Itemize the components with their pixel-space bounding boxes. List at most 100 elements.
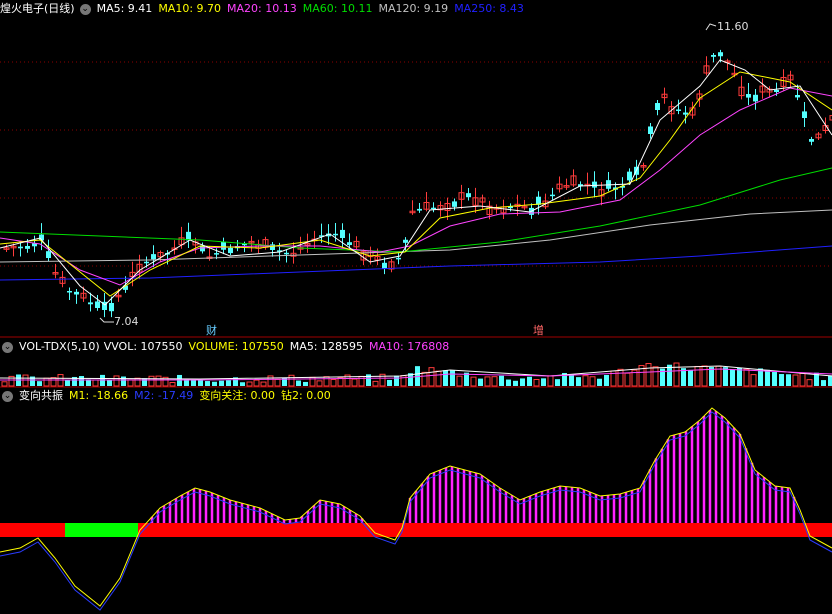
volume-bar xyxy=(43,377,50,387)
volume-bar xyxy=(127,379,134,387)
candle-body xyxy=(718,52,723,57)
volume-bar xyxy=(765,369,770,386)
volume-bar xyxy=(743,368,750,387)
band-red xyxy=(0,523,65,537)
candle-body xyxy=(144,261,149,264)
candle-body xyxy=(214,253,219,255)
volume-bar xyxy=(652,366,659,387)
volume-bar xyxy=(121,376,126,386)
volume-bar xyxy=(456,375,463,387)
volume-bar xyxy=(478,378,483,386)
volume-bar xyxy=(470,376,477,387)
volume-bar xyxy=(569,374,574,386)
candle-body xyxy=(550,194,555,197)
volume-bar xyxy=(226,380,231,386)
volume-chart-svg xyxy=(0,362,832,388)
volume-bar xyxy=(645,363,652,387)
volume-bar xyxy=(484,376,491,387)
volume-bar xyxy=(246,381,253,387)
volume-bar xyxy=(786,374,791,386)
volume-bar xyxy=(65,380,70,386)
volume-bar xyxy=(799,372,806,387)
volume-chart[interactable] xyxy=(0,338,832,388)
volume-bar xyxy=(828,375,832,386)
volume-bar xyxy=(198,380,203,386)
resonance-chart[interactable] xyxy=(0,388,832,614)
candle-body xyxy=(333,233,338,236)
candle-body xyxy=(431,207,436,210)
volume-bar xyxy=(296,380,301,386)
volume-bar xyxy=(303,381,308,386)
candle-body xyxy=(46,251,51,258)
candle-body xyxy=(151,254,156,260)
candle-body xyxy=(18,246,23,249)
volume-bar xyxy=(351,378,358,387)
volume-bar xyxy=(421,371,428,387)
band-green xyxy=(65,523,138,537)
candle-body xyxy=(396,257,401,260)
candle-body xyxy=(627,171,632,181)
candle-body xyxy=(676,109,681,111)
volume-bar xyxy=(520,378,525,386)
candle-body xyxy=(347,242,352,246)
price-chart[interactable] xyxy=(0,0,832,338)
candle-body xyxy=(655,103,660,110)
candle-body xyxy=(382,262,387,269)
candle-body xyxy=(95,301,100,308)
volume-bar xyxy=(387,379,392,386)
volume-bar xyxy=(148,375,155,387)
volume-bar xyxy=(527,376,532,386)
candle-body xyxy=(746,94,751,98)
candle-body xyxy=(452,201,457,207)
volume-bar xyxy=(113,375,120,387)
volume-bar xyxy=(107,380,112,386)
volume-bar xyxy=(240,382,245,386)
volume-bar xyxy=(772,372,777,386)
candle-body xyxy=(774,89,779,92)
volume-bar xyxy=(723,367,728,386)
candle-body xyxy=(74,291,79,295)
volume-bar xyxy=(533,379,540,387)
volume-bar xyxy=(576,377,581,386)
low-pointer xyxy=(99,317,114,323)
volume-bar xyxy=(288,374,295,387)
volume-bar xyxy=(394,375,399,386)
ma5-line xyxy=(0,59,832,306)
volume-bar xyxy=(142,378,147,386)
finance-marker[interactable]: 财 xyxy=(206,322,217,338)
volume-bar xyxy=(701,365,708,387)
volume-bar xyxy=(372,380,379,387)
volume-bar xyxy=(191,379,196,386)
volume-bar xyxy=(37,381,42,386)
volume-bar xyxy=(589,376,596,387)
volume-bar xyxy=(323,376,330,387)
volume-bar xyxy=(219,380,224,386)
volume-bar xyxy=(730,369,735,386)
resonance-chart-svg xyxy=(0,407,832,611)
volume-bar xyxy=(617,368,624,387)
volume-bar xyxy=(547,375,554,387)
volume-bar xyxy=(205,381,210,386)
volume-bar xyxy=(134,377,141,387)
volume-bar xyxy=(688,369,693,386)
high-price-label: 11.60 xyxy=(717,20,749,33)
volume-bar xyxy=(541,378,546,386)
volume-bar xyxy=(491,376,498,387)
volume-bar xyxy=(604,374,609,386)
volume-bar xyxy=(750,374,757,387)
candle-body xyxy=(683,112,688,115)
volume-bar xyxy=(450,370,455,386)
volume-bar xyxy=(673,362,680,387)
candle-body xyxy=(592,181,597,188)
candle-body xyxy=(466,193,471,198)
volume-bar xyxy=(155,375,162,387)
price-chart-svg xyxy=(0,23,832,338)
candle-body xyxy=(809,139,814,142)
volume-bar xyxy=(443,370,448,386)
volume-bar xyxy=(212,381,217,386)
increase-marker[interactable]: 增 xyxy=(533,322,544,338)
volume-bar xyxy=(358,375,365,387)
volume-bar xyxy=(792,374,799,387)
ma60-line xyxy=(0,167,832,253)
volume-bar xyxy=(260,381,267,387)
